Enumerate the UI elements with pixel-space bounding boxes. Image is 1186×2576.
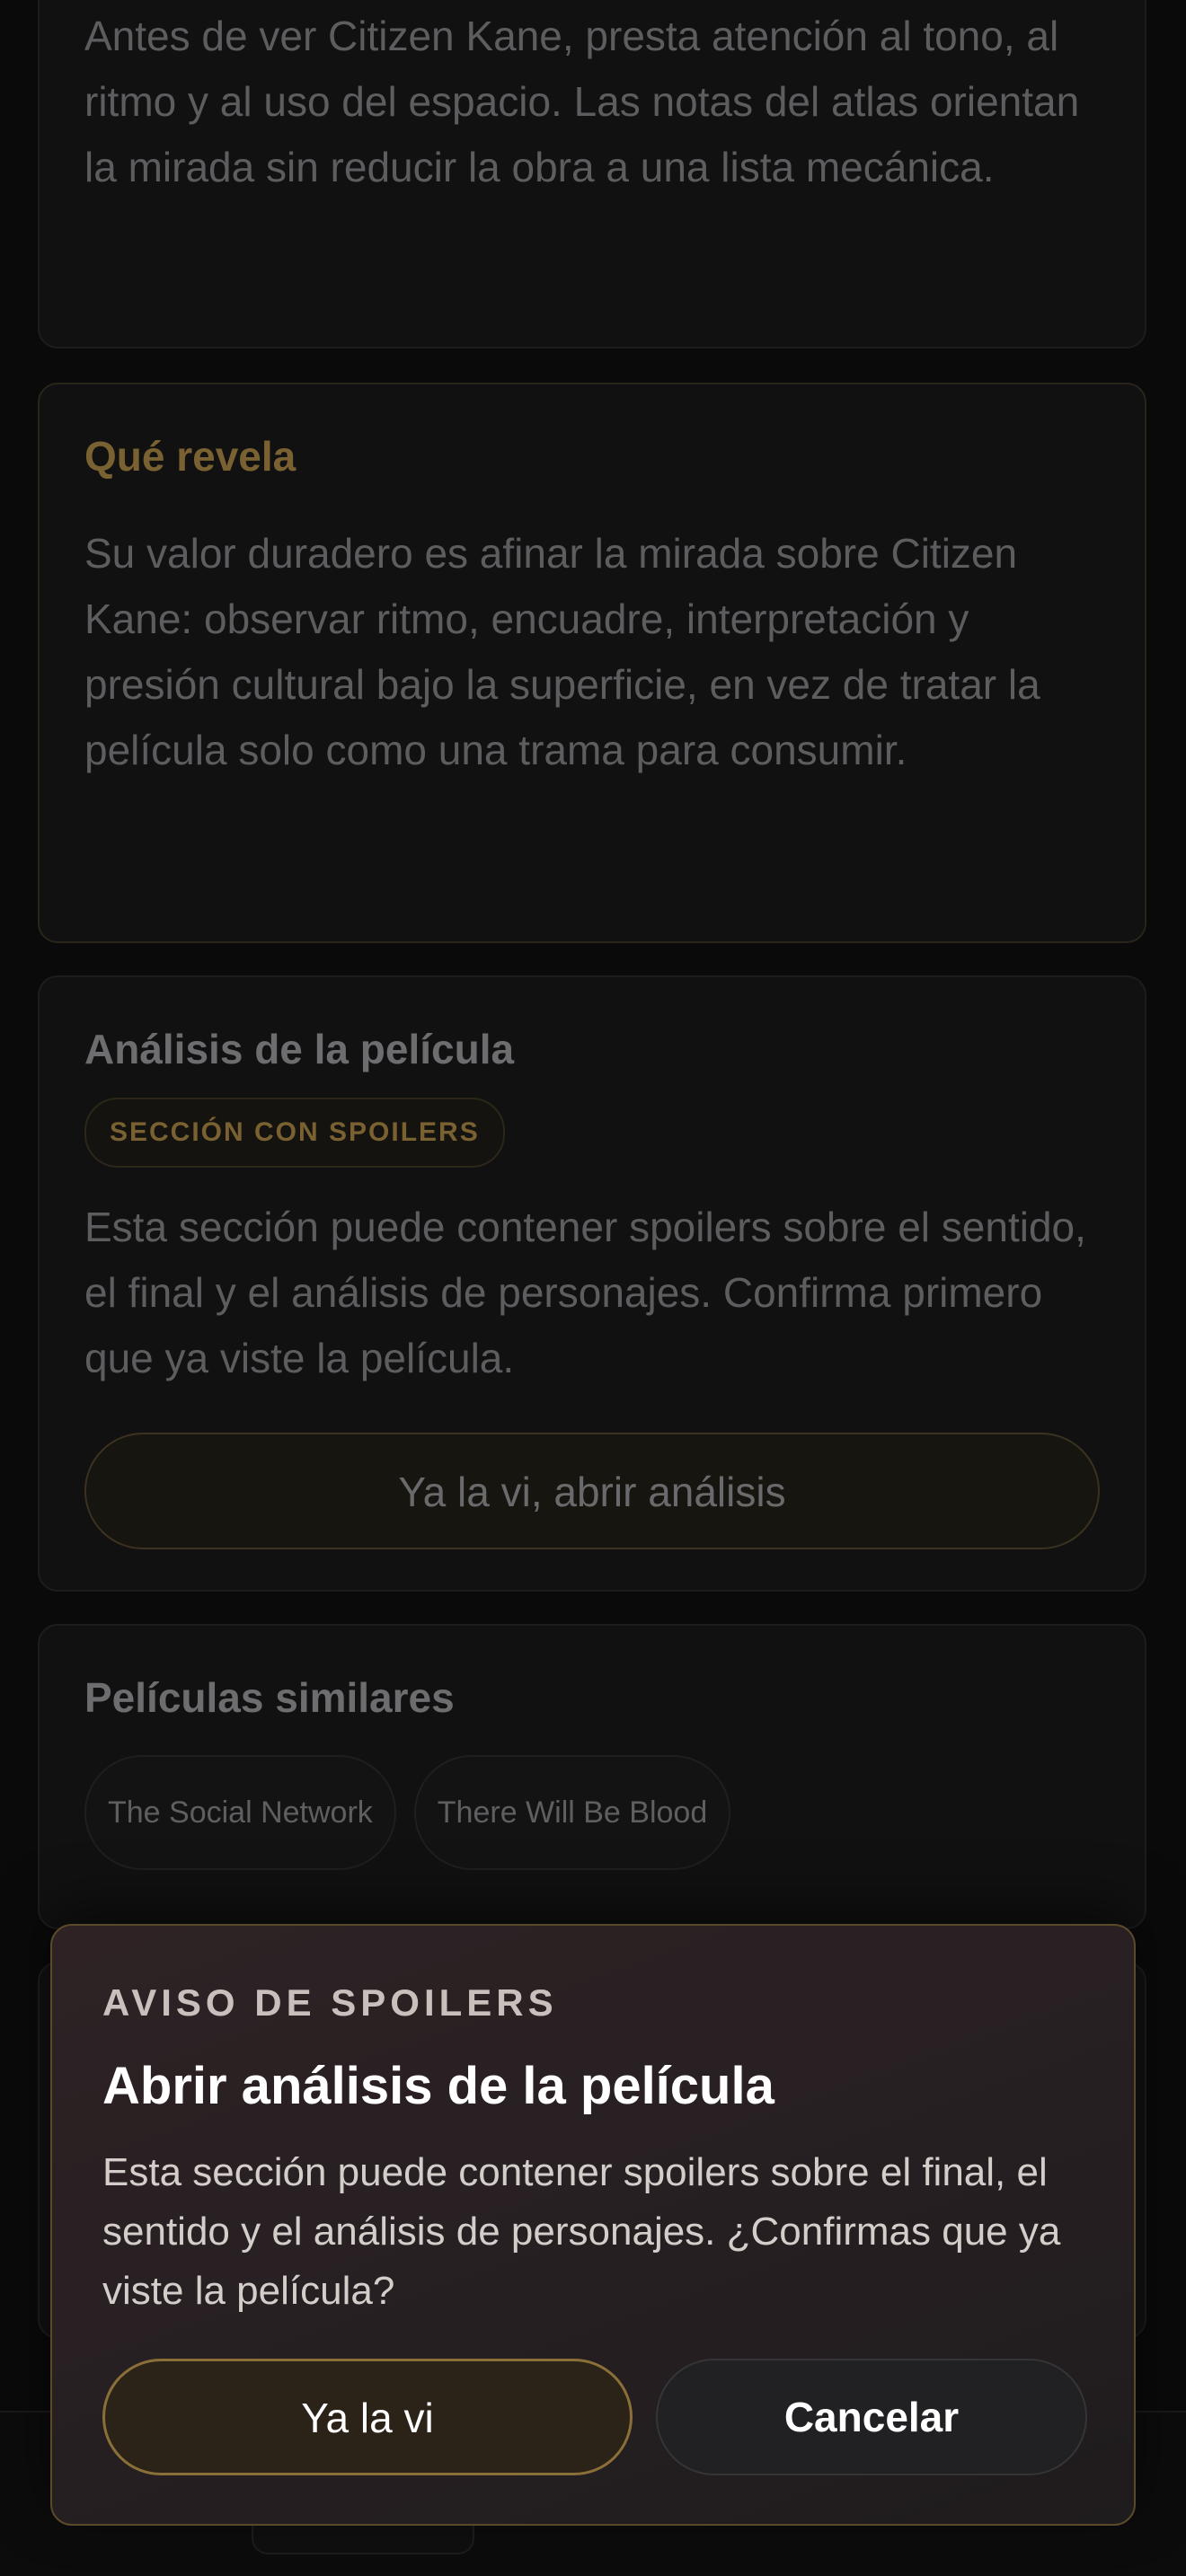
similar-films-card: Películas similares The Social Network T… [38,1624,1146,1929]
reveals-text: Su valor duradero es afinar la mirada so… [84,530,1040,773]
similar-film-chip[interactable]: There Will Be Blood [413,1755,731,1870]
similar-films-title: Películas similares [84,1674,455,1721]
spoiler-warning-dialog: AVISO DE SPOILERS Abrir análisis de la p… [50,1924,1136,2526]
open-analysis-button[interactable]: Ya la vi, abrir análisis [84,1433,1100,1549]
cancel-button[interactable]: Cancelar [656,2359,1087,2475]
page: Antes de ver Citizen Kane, presta atenci… [0,0,1186,2576]
spoiler-badge: SECCIÓN CON SPOILERS [84,1098,505,1168]
intro-text: Antes de ver Citizen Kane, presta atenci… [84,13,1080,190]
dialog-actions: Ya la vi Cancelar [102,2359,1087,2475]
dialog-kicker: AVISO DE SPOILERS [102,1981,558,2024]
similar-films-list: The Social Network There Will Be Blood [84,1755,1100,1870]
intro-card: Antes de ver Citizen Kane, presta atenci… [38,0,1146,348]
analysis-card: Análisis de la película SECCIÓN CON SPOI… [38,975,1146,1592]
reveals-card: Qué revela Su valor duradero es afinar l… [38,383,1146,943]
reveals-title: Qué revela [84,433,296,480]
confirm-button[interactable]: Ya la vi [102,2359,633,2475]
analysis-title: Análisis de la película [84,1026,515,1072]
dialog-body: Esta sección puede contener spoilers sob… [102,2150,1061,2313]
similar-film-chip[interactable]: The Social Network [84,1755,396,1870]
dialog-title: Abrir análisis de la película [102,2057,774,2115]
analysis-text: Esta sección puede contener spoilers sob… [84,1204,1086,1381]
